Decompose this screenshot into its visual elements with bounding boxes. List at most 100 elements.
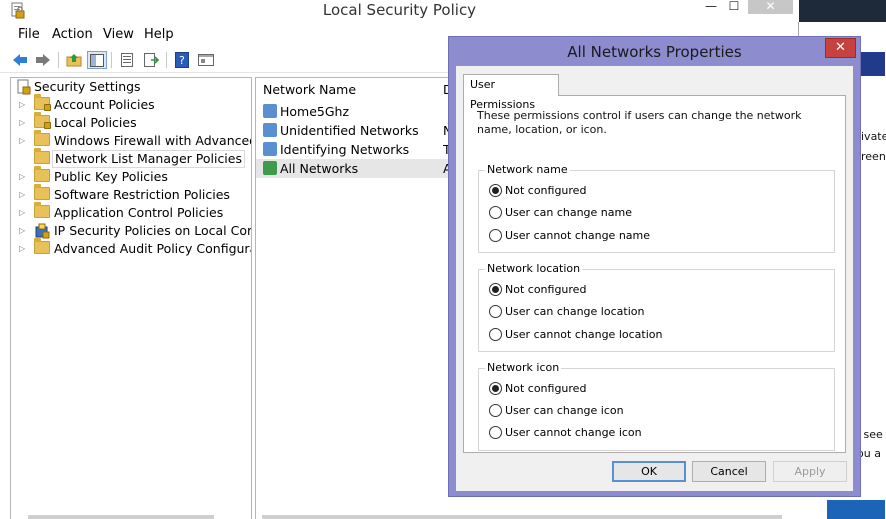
radio-label: User can change name (505, 206, 632, 219)
expand-arrow-icon[interactable]: ▷ (19, 186, 29, 204)
radio-icon (489, 229, 502, 242)
radio-icon (489, 328, 502, 341)
network-name: Unidentified Networks (280, 123, 419, 138)
dialog-close-button[interactable]: ✕ (825, 38, 856, 58)
tree-item-label: Network List Manager Policies (52, 150, 245, 168)
network-name-group: Network name Not configured User can cha… (478, 163, 835, 253)
network-location-group: Network location Not configured User can… (478, 262, 835, 352)
title-bar: Local Security Policy — ☐ ✕ (0, 0, 799, 22)
background-text: reen (861, 150, 886, 163)
list-row[interactable]: All Networks A (256, 159, 456, 178)
folder-icon (34, 130, 50, 147)
network-icon (263, 161, 277, 175)
toolbar-separator (111, 52, 112, 68)
tree-item-label: Account Policies (54, 97, 155, 112)
network-icon (263, 142, 277, 156)
cancel-button[interactable]: Cancel (692, 461, 766, 482)
expand-arrow-icon[interactable]: ▷ (19, 222, 29, 240)
group-label: Network location (485, 262, 583, 276)
minimize-button[interactable]: — (702, 0, 720, 14)
properties-icon[interactable] (117, 51, 137, 69)
menu-file[interactable]: File (18, 27, 40, 42)
up-icon[interactable] (64, 51, 84, 69)
radio-selected-icon (489, 382, 502, 395)
network-name: Identifying Networks (280, 142, 410, 157)
network-name: All Networks (280, 161, 359, 176)
network-icon-group: Network icon Not configured User can cha… (478, 361, 835, 451)
ip-security-icon (34, 223, 50, 239)
console-icon[interactable] (196, 51, 216, 69)
radio-label: User can change location (505, 305, 645, 318)
locked-folder-icon (34, 112, 51, 129)
menu-view[interactable]: View (103, 27, 134, 42)
radio-label: Not configured (505, 283, 587, 296)
toolbar-separator (166, 52, 167, 68)
network-icon (263, 104, 277, 118)
properties-dialog: All Networks Properties ✕ User Permissio… (448, 36, 861, 497)
tree-item-label: Software Restriction Policies (54, 187, 230, 202)
forward-icon[interactable] (33, 51, 53, 69)
radio-label: User cannot change location (505, 328, 663, 341)
list-row[interactable]: Identifying Networks T (256, 140, 456, 159)
radio-icon (489, 426, 502, 439)
tab-panel: These permissions control if users can c… (463, 95, 846, 453)
radio-icon (489, 404, 502, 417)
tree-item-label: Application Control Policies (54, 205, 224, 220)
tree-item-label: Public Key Policies (54, 169, 168, 184)
radio-selected-icon (489, 184, 502, 197)
tab-user-permissions[interactable]: User Permissions (463, 74, 559, 111)
radio-icon (489, 305, 502, 318)
apply-button[interactable]: Apply (773, 461, 847, 482)
menu-action[interactable]: Action (52, 27, 93, 42)
folder-icon (34, 148, 50, 165)
expand-arrow-icon[interactable]: ▷ (19, 168, 29, 186)
tree-item-label: IP Security Policies on Local Compute (54, 223, 251, 238)
folder-icon (34, 166, 50, 183)
radio-selected-icon (489, 283, 502, 296)
group-label: Network name (485, 163, 570, 177)
list-scrollbar-thumb[interactable] (262, 515, 782, 519)
maximize-button[interactable]: ☐ (725, 0, 743, 14)
radio-label: Not configured (505, 184, 587, 197)
locked-folder-icon (34, 94, 51, 111)
group-label: Network icon (485, 361, 562, 375)
tree-pane: Security Settings ▷ Account Policies ▷ L… (10, 77, 252, 519)
network-icon (263, 123, 277, 137)
radio-label: Not configured (505, 382, 587, 395)
screen: ivate reen l see ou a Local Security Pol… (0, 0, 886, 519)
dialog-body: User Permissions These permissions contr… (456, 66, 853, 491)
tree-scrollbar-thumb[interactable] (28, 515, 214, 519)
list-row[interactable]: Home5Ghz (256, 102, 456, 121)
folder-icon (34, 184, 50, 201)
menu-help[interactable]: Help (144, 27, 174, 42)
list-row[interactable]: Unidentified Networks N (256, 121, 456, 140)
toolbar-separator (58, 52, 59, 68)
export-icon[interactable] (141, 51, 161, 69)
background-text: ivate (861, 130, 886, 143)
expand-arrow-icon[interactable]: ▷ (19, 204, 29, 222)
show-hide-tree-icon[interactable] (87, 51, 107, 69)
close-button[interactable]: ✕ (748, 0, 793, 14)
tree-item-label: Local Policies (54, 115, 137, 130)
svg-text:?: ? (179, 54, 185, 67)
dialog-title: All Networks Properties (567, 43, 742, 61)
window-title: Local Security Policy (322, 1, 477, 19)
radio-label: User cannot change name (505, 229, 651, 242)
tree-item-label: Advanced Audit Policy Configuration (54, 241, 251, 256)
background-bar (827, 500, 885, 519)
network-name: Home5Ghz (280, 104, 350, 119)
ok-button[interactable]: OK (612, 461, 686, 482)
expand-arrow-icon[interactable]: ▷ (19, 114, 29, 132)
help-icon[interactable]: ? (172, 51, 192, 69)
expand-arrow-icon[interactable]: ▷ (19, 240, 29, 258)
radio-label: User can change icon (505, 404, 624, 417)
tree-item-label: Windows Firewall with Advanced Secu (54, 133, 252, 148)
column-header-network-name[interactable]: Network Name (263, 82, 356, 97)
folder-icon (34, 238, 50, 255)
security-settings-icon (16, 79, 32, 95)
background-thumbnail (857, 52, 885, 76)
back-icon[interactable] (10, 51, 30, 69)
expand-arrow-icon[interactable]: ▷ (19, 96, 29, 114)
tree-item-label: Security Settings (34, 79, 141, 94)
expand-arrow-icon[interactable]: ▷ (19, 132, 29, 150)
